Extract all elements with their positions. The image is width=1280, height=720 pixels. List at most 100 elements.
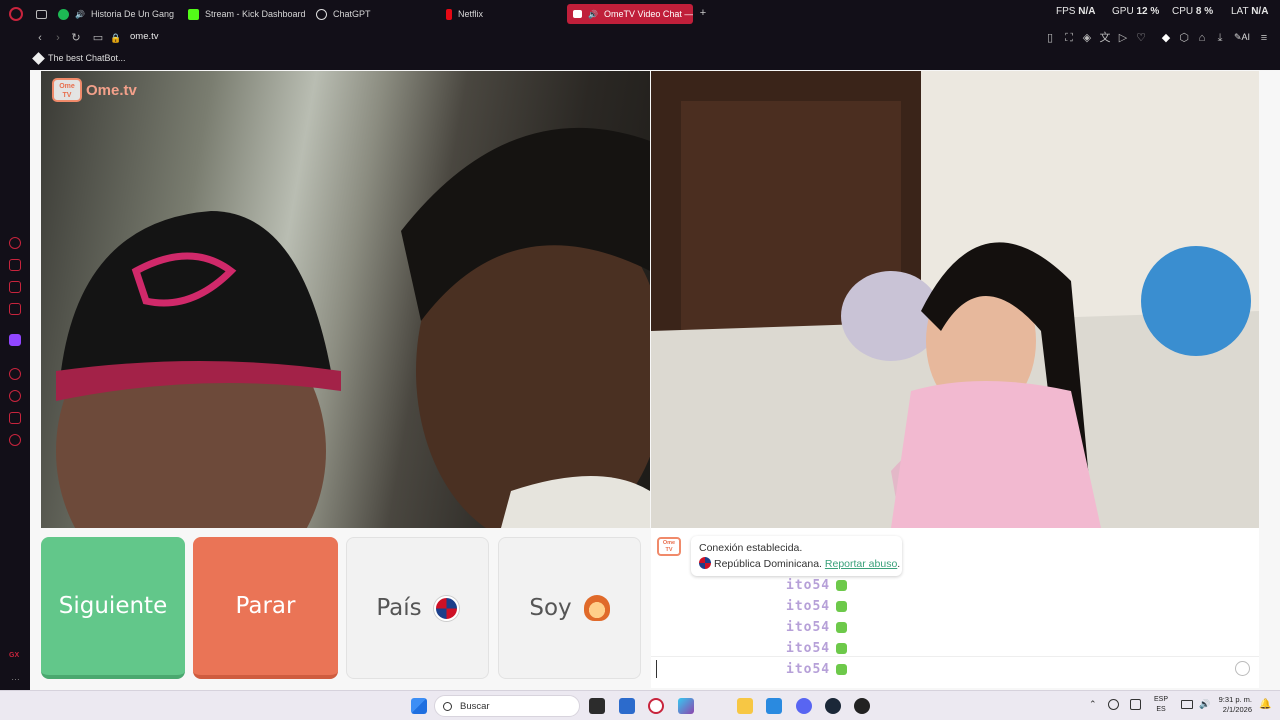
language-indicator[interactable]: ESP ES [1154,695,1168,715]
profile-icon[interactable]: ⌂ [1195,31,1209,45]
task-view-icon[interactable] [589,698,605,714]
tab-kick[interactable]: Stream - Kick Dashboard [188,4,308,24]
steam-icon[interactable] [825,698,841,714]
gx-label: GX [9,652,20,659]
volume-icon[interactable]: 🔊 [1199,699,1210,710]
chat-message: ito54 [786,641,848,656]
tab-label: Stream - Kick Dashboard [205,9,306,19]
heart-icon[interactable]: ♡ [1134,31,1148,45]
store-icon[interactable] [619,698,635,714]
device-icon[interactable] [1130,699,1141,710]
tab-ometv[interactable]: 🔊 OmeTV Video Chat — [567,4,693,24]
vscode-icon[interactable] [766,698,782,714]
tab-label: Historia De Un Gangst [90,9,174,19]
screenshot-icon[interactable]: ⛶ [1062,31,1076,45]
gpu-value: 12 % [1136,6,1160,17]
new-tab-button[interactable]: + [697,7,709,19]
ometv-logo: Ome TV Ome.tv [52,78,137,102]
history-icon[interactable] [9,390,21,402]
ai-button[interactable]: ✎AI [1234,32,1250,43]
forward-icon[interactable]: › [51,31,65,45]
shield-icon[interactable]: ◈ [1080,31,1094,45]
gender-label: Soy [529,595,572,621]
puzzle-icon[interactable]: ⬡ [1177,31,1191,45]
display-icon[interactable] [1181,700,1193,709]
connection-status: Conexión establecida. [699,542,803,554]
player-icon[interactable] [9,368,21,380]
tab-netflix[interactable]: Netflix [446,4,546,24]
gx-corner-icon[interactable] [9,237,21,249]
mail-icon[interactable] [9,303,21,315]
translate-icon[interactable]: 文 [1098,31,1112,45]
lat-readout: LAT N/A [1231,6,1268,17]
tab-label: OmeTV Video Chat — [603,9,693,19]
country-text: República Dominicana. [714,558,822,570]
message-text: ito54 [786,620,831,635]
chevron-up-icon[interactable]: ⌃ [1089,699,1097,710]
opera-logo-icon[interactable] [9,7,23,21]
cart-icon[interactable] [9,259,21,271]
speaker-icon: 🔊 [75,9,85,19]
discord-icon[interactable] [796,698,812,714]
reload-icon[interactable]: ↻ [69,31,83,45]
cube-icon[interactable] [9,412,21,424]
dominican-flag-icon [433,595,459,621]
system-message: Conexión establecida. República Dominica… [691,536,902,576]
start-icon[interactable] [411,698,427,714]
twitch-icon[interactable] [9,334,21,346]
camera-icon[interactable]: ▭ [91,31,105,45]
menu-icon[interactable]: ≡ [1257,31,1271,45]
play-icon[interactable]: ▷ [1116,31,1130,45]
stranger-video: Ome TV Ome.tv [41,71,650,528]
notification-bell-icon[interactable]: 🔔 [1259,699,1271,710]
lock-icon[interactable]: 🔒 [109,31,123,45]
message-text: ito54 [786,599,831,614]
emoji-icon[interactable] [1235,661,1250,676]
lang-bottom: ES [1156,706,1166,713]
copilot-icon[interactable] [678,698,694,714]
back-icon[interactable]: ‹ [33,31,47,45]
bookmark-icon[interactable]: ▯ [1043,31,1057,45]
search-icon [443,701,452,711]
chat-ometv-icon: Ome TV [657,537,681,556]
clock-date: 2/1/2026 [1222,705,1252,714]
bookmark-item[interactable]: The best ChatBot... [32,51,126,65]
taskbar: Buscar ⌃ ESP ES 🔊 9:31 p. m. 2/1/2026 🔔 [0,690,1280,720]
green-emoji-icon [836,643,848,654]
workspaces-icon[interactable] [36,10,47,19]
ometv-tab-icon [573,10,582,18]
gender-button[interactable]: Soy [498,537,641,679]
opera-gx-taskbar-icon[interactable] [648,698,664,714]
dominican-flag-small-icon [699,557,711,569]
green-emoji-icon [836,580,848,591]
taskbar-search[interactable]: Buscar [434,695,580,717]
extension-icon[interactable]: ◆ [1159,31,1173,45]
country-label: País [376,595,422,621]
lang-top: ESP [1154,696,1169,703]
settings-icon[interactable] [9,434,21,446]
gpu-readout: GPU 12 % [1112,6,1159,17]
sidebar: GX … [0,70,30,690]
more-icon[interactable]: … [11,672,20,682]
country-line: República Dominicana. Reportar abuso. [699,556,900,572]
cpu-readout: CPU 8 % [1172,6,1213,17]
chat-message: ito54 [786,620,848,635]
media-icon[interactable] [9,281,21,293]
report-abuse-link[interactable]: Reportar abuso [825,558,897,570]
url-field[interactable]: ome.tv [130,31,159,42]
cpu-label: CPU [1172,6,1194,17]
tab-spotify[interactable]: 🔊 Historia De Un Gangst [58,4,174,24]
chat-input[interactable] [656,660,1216,678]
country-button[interactable]: País [346,537,489,679]
next-button[interactable]: Siguiente [41,537,185,679]
network-icon[interactable] [1108,699,1119,710]
obs-icon[interactable] [854,698,870,714]
download-icon[interactable]: ⤓ [1213,31,1227,45]
file-explorer-icon[interactable] [737,698,753,714]
fps-readout: FPS N/A [1056,6,1095,17]
stranger-video-frame [56,127,650,528]
fps-label: FPS [1056,6,1076,17]
tab-chatgpt[interactable]: ChatGPT [316,4,426,24]
clock[interactable]: 9:31 p. m. 2/1/2026 [1216,695,1252,715]
stop-button[interactable]: Parar [193,537,338,679]
